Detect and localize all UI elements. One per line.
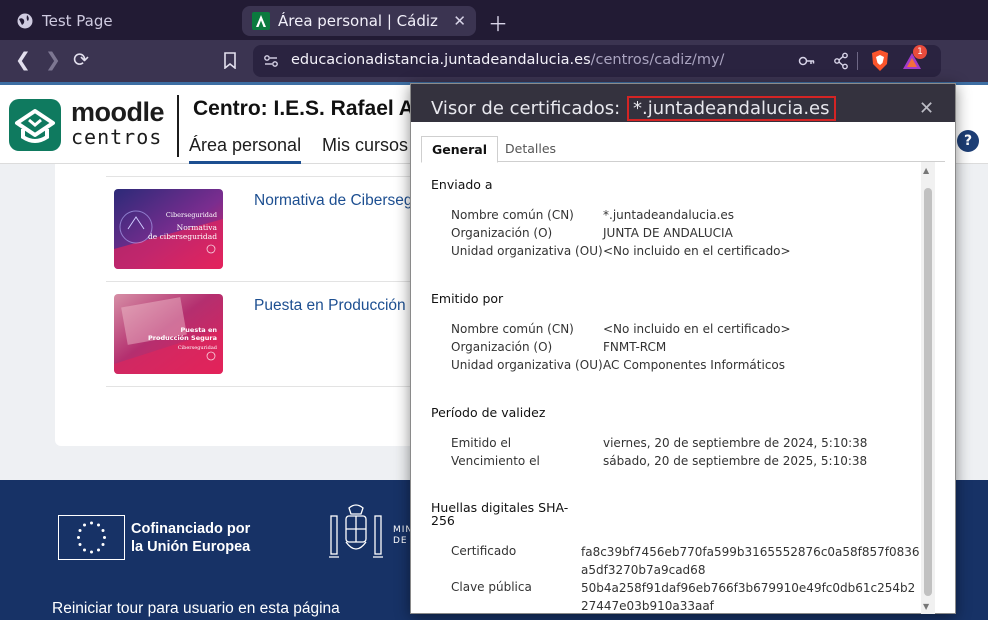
certificate-fingerprint: fa8c39bf7456eb770fa599b3165552876c0a58f8…	[581, 545, 920, 577]
tab-test-page[interactable]: Test Page	[8, 6, 236, 36]
section-validity: Período de validez	[431, 405, 546, 420]
tab-title: Test Page	[42, 12, 113, 30]
dialog-title: Visor de certificados: *.juntadeandaluci…	[431, 96, 836, 121]
field-value: AC Componentes Informáticos	[603, 358, 786, 372]
dialog-scrollbar[interactable]: ▲ ▼	[921, 162, 935, 614]
section-fingerprints: Huellas digitales SHA- 256	[431, 501, 568, 527]
junta-andalucia-icon	[252, 12, 270, 30]
header-divider	[177, 95, 179, 157]
moodle-centros-logo-icon[interactable]	[9, 99, 61, 151]
public-key-fingerprint: 50b4a258f91daf96eb766f3b679910e49fc0db61…	[581, 581, 916, 613]
field-label: Unidad organizativa (OU)	[451, 244, 603, 258]
field-value: <No incluido en el certificado>	[603, 322, 791, 336]
field-value: sábado, 20 de septiembre de 2025, 5:10:3…	[603, 454, 868, 468]
field-label: Nombre común (CN)	[451, 322, 574, 336]
tab-detalles[interactable]: Detalles	[495, 136, 566, 162]
new-tab-icon[interactable]: ＋	[488, 8, 508, 37]
field-label: Certificado	[451, 544, 517, 558]
section-issued-by: Emitido por	[431, 291, 504, 306]
eu-line-1: Cofinanciado por	[131, 521, 251, 537]
previous-course-thumb	[114, 164, 223, 165]
url-host: educacionadistancia.juntadeandalucia.es	[291, 52, 591, 68]
logo-text-moodle: moodle	[71, 97, 165, 127]
site-settings-icon[interactable]	[263, 53, 279, 69]
eu-flag-icon	[58, 515, 125, 560]
field-value: <No incluido en el certificado>	[603, 244, 791, 258]
certificate-general-panel: Enviado a Nombre común (CN) *.juntadeand…	[411, 162, 955, 614]
course-thumbnail[interactable]: Ciberseguridad Normativa de cibersegurid…	[114, 189, 223, 269]
logo-text-centros: centros	[71, 125, 163, 149]
field-label: Clave pública	[451, 580, 532, 594]
field-value: viernes, 20 de septiembre de 2024, 5:10:…	[603, 436, 868, 450]
key-icon[interactable]	[798, 52, 816, 70]
field-label: Organización (O)	[451, 226, 553, 240]
thumb-label: Ciberseguridad	[177, 345, 217, 351]
dialog-tabs: General Detalles	[421, 136, 945, 163]
tab-area-personal[interactable]: Área personal | Cádiz ✕	[242, 6, 476, 36]
globe-icon	[17, 13, 33, 29]
reset-tour-link[interactable]: Reiniciar tour para usuario en esta pági…	[52, 600, 340, 618]
forward-icon[interactable]: ❯	[45, 49, 61, 71]
field-label: Organización (O)	[451, 340, 553, 354]
course-item[interactable]: Puesta en Producción Segura Cibersegurid…	[106, 281, 460, 386]
course-thumbnail[interactable]: Puesta en Producción Segura Cibersegurid…	[114, 294, 223, 374]
thumb-title: Puesta en Producción Segura	[148, 326, 217, 342]
brave-shields-icon[interactable]	[869, 49, 891, 73]
dialog-title-prefix: Visor de certificados:	[431, 98, 621, 119]
browser-tab-strip: Test Page Área personal | Cádiz ✕ ＋	[0, 0, 988, 40]
share-icon[interactable]	[833, 52, 849, 70]
address-separator	[857, 52, 858, 70]
nav-mis-cursos[interactable]: Mis cursos	[322, 135, 408, 156]
scroll-down-arrow-icon[interactable]: ▼	[923, 602, 929, 611]
address-bar[interactable]: educacionadistancia.juntadeandalucia.es/…	[253, 45, 941, 77]
eu-line-2: la Unión Europea	[131, 539, 251, 555]
url-path: /centros/cadiz/my/	[590, 52, 725, 68]
notification-badge: 1	[913, 45, 927, 59]
bookmark-icon[interactable]	[223, 52, 237, 69]
eu-cofinanciado-text: Cofinanciado por la Unión Europea	[131, 520, 250, 556]
back-icon[interactable]: ❮	[15, 49, 31, 71]
field-value: *.juntadeandalucia.es	[603, 208, 735, 222]
field-label: Nombre común (CN)	[451, 208, 574, 222]
thumb-label: Ciberseguridad	[165, 211, 217, 219]
certificate-viewer-dialog: Visor de certificados: *.juntadeandaluci…	[410, 83, 956, 614]
scroll-up-arrow-icon[interactable]: ▲	[923, 166, 929, 175]
tab-title: Área personal | Cádiz	[278, 12, 438, 30]
section-issued-to: Enviado a	[431, 177, 493, 192]
course-item[interactable]: Ciberseguridad Normativa de cibersegurid…	[106, 176, 456, 281]
browser-toolbar: ❮ ❯ ⟳ educacionadistancia.juntadeandaluc…	[0, 40, 988, 82]
close-icon[interactable]: ✕	[919, 98, 934, 119]
field-value: FNMT-RCM	[603, 340, 667, 354]
fingerprints-heading-line-2: 256	[431, 513, 455, 528]
certificate-domain-highlight: *.juntadeandalucia.es	[626, 96, 836, 121]
dialog-header: Visor de certificados: *.juntadeandaluci…	[411, 84, 955, 122]
field-label: Unidad organizativa (OU)	[451, 358, 603, 372]
reload-icon[interactable]: ⟳	[73, 49, 89, 71]
thumb-title: Normativa de ciberseguridad	[147, 223, 217, 241]
url-text: educacionadistancia.juntadeandalucia.es/…	[291, 52, 724, 68]
field-label: Vencimiento el	[451, 454, 540, 468]
spain-coat-of-arms-icon	[329, 504, 383, 558]
close-tab-icon[interactable]: ✕	[453, 12, 466, 30]
nav-area-personal[interactable]: Área personal	[189, 135, 302, 164]
tab-general[interactable]: General	[421, 136, 498, 163]
field-value: JUNTA DE ANDALUCIA	[603, 226, 733, 240]
row-divider	[106, 386, 456, 387]
field-label: Emitido el	[451, 436, 512, 450]
scrollbar-thumb[interactable]	[924, 188, 932, 596]
help-icon[interactable]: ?	[957, 130, 979, 152]
